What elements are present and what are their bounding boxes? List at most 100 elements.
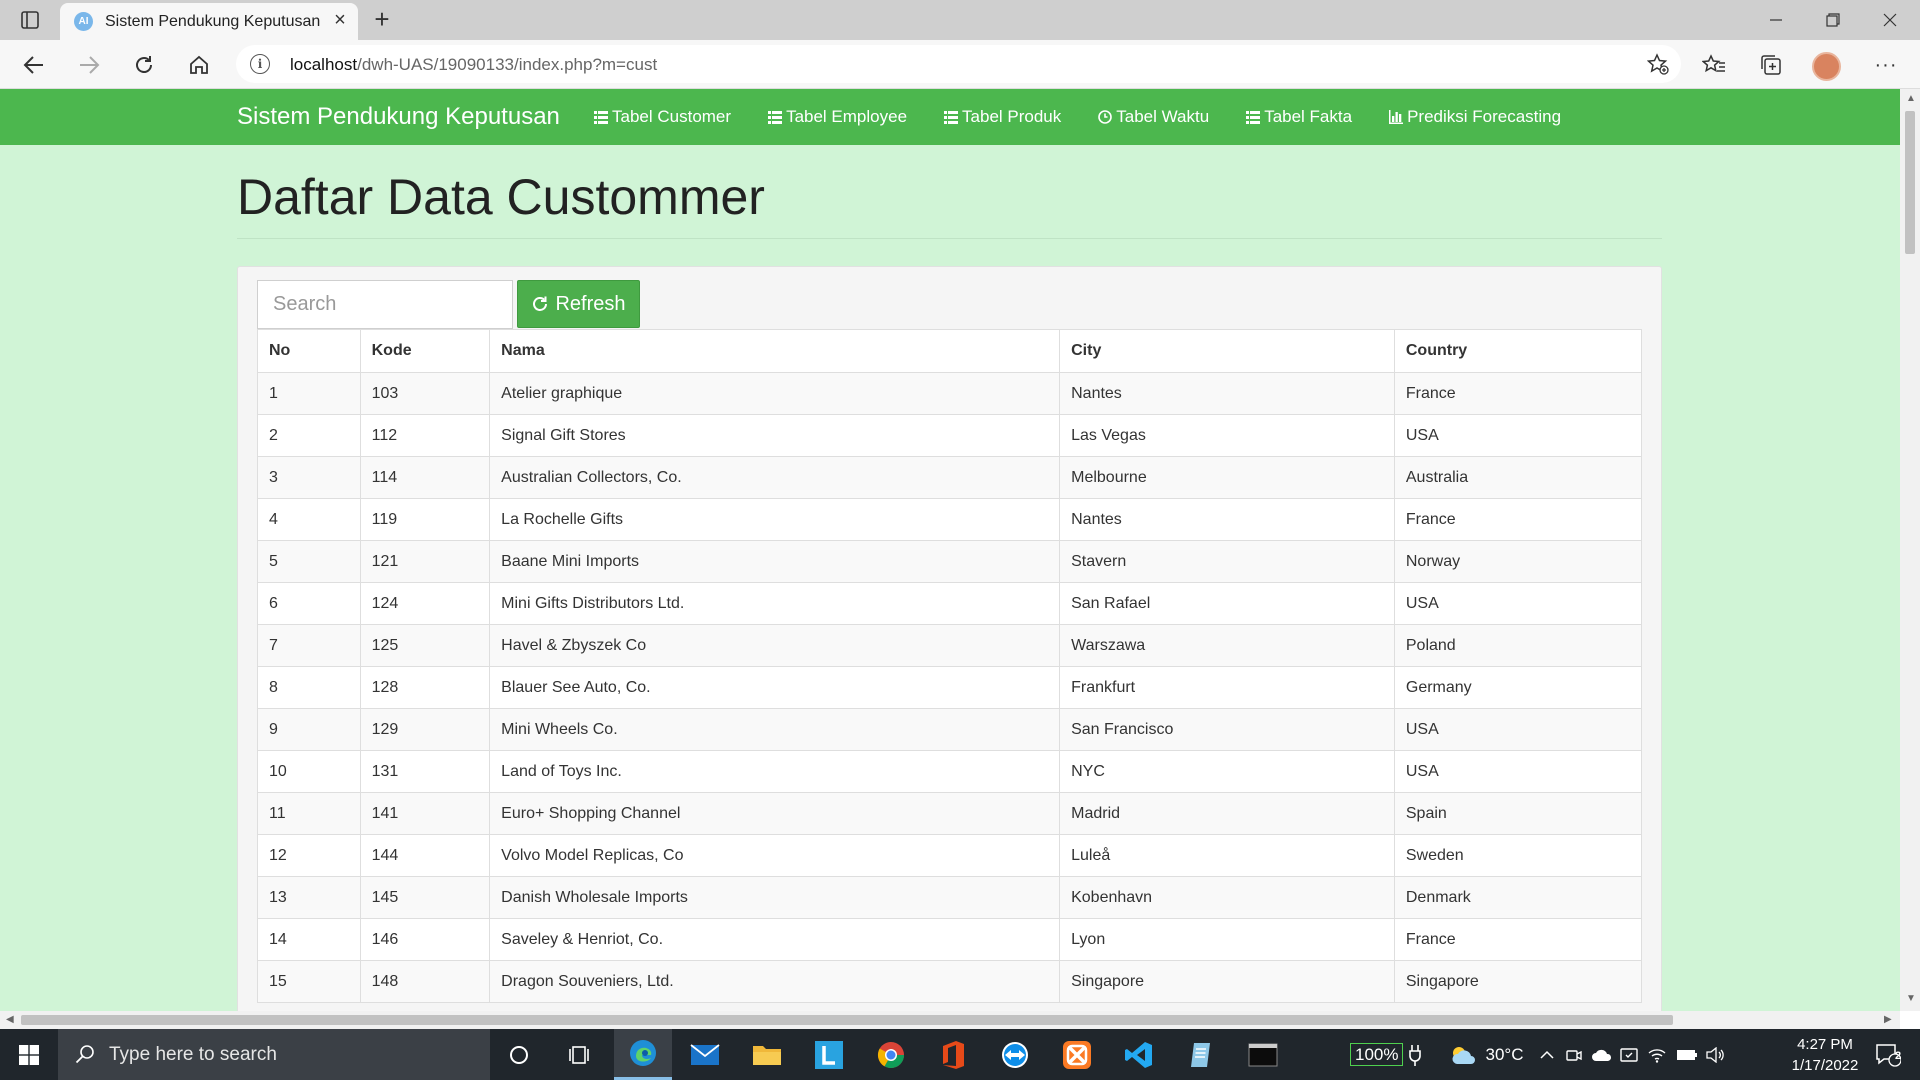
more-options-icon[interactable]: ··· — [1870, 49, 1902, 81]
notepad-icon[interactable] — [1172, 1029, 1230, 1080]
chevron-up-icon[interactable] — [1540, 1050, 1554, 1060]
table-row[interactable]: 13 145 Danish Wholesale Imports Kobenhavn De… — [257, 876, 1643, 919]
close-tab-icon[interactable]: × — [329, 9, 351, 31]
favorites-icon[interactable] — [1698, 49, 1730, 81]
table-row[interactable]: 14 146 Saveley & Henriot, Co. Lyon France — [257, 918, 1643, 961]
cortana-icon[interactable] — [490, 1029, 548, 1080]
security-icon[interactable] — [1620, 1046, 1639, 1064]
cell-city: San Francisco — [1059, 708, 1395, 751]
power-plug-icon[interactable] — [1409, 1044, 1422, 1066]
customer-table: No Kode Nama City Country 1 103 Atelier gr… — [257, 329, 1643, 1003]
column-header-kode[interactable]: Kode — [359, 329, 491, 373]
table-row[interactable]: 7 125 Havel & Zbyszek Co Warszawa Poland — [257, 624, 1643, 667]
table-row[interactable]: 1 103 Atelier graphique Nantes France — [257, 372, 1643, 415]
office-icon[interactable] — [924, 1029, 982, 1080]
wifi-icon[interactable] — [1648, 1047, 1666, 1063]
task-view-icon[interactable] — [550, 1029, 608, 1080]
address-bar[interactable]: i localhost/dwh-UAS/19090133/index.php?m… — [236, 45, 1681, 83]
horizontal-scrollbar[interactable]: ◀ ▶ — [0, 1011, 1900, 1029]
weather-cloud-icon[interactable] — [1449, 1044, 1477, 1066]
table-row[interactable]: 2 112 Signal Gift Stores Las Vegas USA — [257, 414, 1643, 457]
table-row[interactable]: 9 129 Mini Wheels Co. San Francisco USA — [257, 708, 1643, 751]
cell-no: 14 — [257, 918, 361, 961]
navbar-links: Tabel Customer Tabel Employee Tabel Prod… — [594, 107, 1598, 127]
restore-window-icon[interactable] — [1805, 0, 1861, 40]
navbar-brand[interactable]: Sistem Pendukung Keputusan — [237, 103, 560, 131]
table-row[interactable]: 12 144 Volvo Model Replicas, Co Luleå Sweden — [257, 834, 1643, 877]
teamviewer-icon[interactable] — [986, 1029, 1044, 1080]
cell-country: USA — [1393, 708, 1643, 751]
forward-arrow-icon[interactable] — [73, 49, 105, 81]
nav-link-customer[interactable]: Tabel Customer — [594, 107, 731, 127]
windows-start-icon[interactable] — [0, 1029, 58, 1080]
edge-browser-icon[interactable] — [614, 1029, 672, 1080]
notification-icon[interactable]: 2 — [1860, 1029, 1916, 1080]
battery-percent[interactable]: 100% — [1350, 1043, 1404, 1066]
nav-link-forecasting[interactable]: Prediksi Forecasting — [1389, 107, 1561, 127]
url-text[interactable]: localhost/dwh-UAS/19090133/index.php?m=c… — [290, 55, 657, 75]
close-window-icon[interactable] — [1862, 0, 1918, 40]
volume-icon[interactable] — [1706, 1046, 1726, 1063]
onedrive-cloud-icon[interactable] — [1592, 1048, 1612, 1062]
battery-icon[interactable] — [1676, 1049, 1698, 1061]
cell-country: France — [1393, 372, 1643, 415]
table-row[interactable]: 4 119 La Rochelle Gifts Nantes France — [257, 498, 1643, 541]
back-arrow-icon[interactable] — [18, 49, 50, 81]
browser-tab-active[interactable]: AI Sistem Pendukung Keputusan × — [60, 3, 358, 40]
scroll-up-icon[interactable]: ▲ — [1906, 93, 1916, 104]
cell-kode: 119 — [359, 498, 491, 541]
file-explorer-icon[interactable] — [738, 1029, 796, 1080]
system-tray: 100% 30°C — [1350, 1029, 1726, 1080]
temperature-text[interactable]: 30°C — [1485, 1045, 1523, 1065]
table-row[interactable]: 6 124 Mini Gifts Distributors Ltd. San Rafa… — [257, 582, 1643, 625]
cell-city: Nantes — [1059, 498, 1395, 541]
chrome-icon[interactable] — [862, 1029, 920, 1080]
table-row[interactable]: 5 121 Baane Mini Imports Stavern Norway — [257, 540, 1643, 583]
table-row[interactable]: 11 141 Euro+ Shopping Channel Madrid Spain — [257, 792, 1643, 835]
home-icon[interactable] — [183, 49, 215, 81]
xampp-icon[interactable] — [1048, 1029, 1106, 1080]
nav-link-produk[interactable]: Tabel Produk — [944, 107, 1061, 127]
nav-link-waktu[interactable]: Tabel Waktu — [1098, 107, 1209, 127]
table-row[interactable]: 10 131 Land of Toys Inc. NYC USA — [257, 750, 1643, 793]
collections-icon[interactable] — [1755, 49, 1787, 81]
table-row[interactable]: 8 128 Blauer See Auto, Co. Frankfurt Germany — [257, 666, 1643, 709]
meet-now-icon[interactable] — [1566, 1047, 1583, 1063]
browser-tab-bar: AI Sistem Pendukung Keputusan × + — [0, 0, 1920, 40]
cell-kode: 125 — [359, 624, 491, 667]
vscode-icon[interactable] — [1110, 1029, 1168, 1080]
add-favorite-icon[interactable] — [1646, 53, 1669, 75]
scroll-left-icon[interactable]: ◀ — [6, 1014, 14, 1025]
bar-chart-icon — [1389, 110, 1404, 124]
cell-country: Poland — [1393, 624, 1643, 667]
column-header-city[interactable]: City — [1059, 329, 1395, 373]
column-header-nama[interactable]: Nama — [489, 329, 1061, 373]
url-path: /dwh-UAS/19090133/index.php?m=cust — [357, 55, 658, 74]
cell-country: Australia — [1393, 456, 1643, 499]
search-input[interactable] — [257, 280, 513, 329]
table-row[interactable]: 15 148 Dragon Souveniers, Ltd. Singapore Sin… — [257, 960, 1643, 1003]
profile-avatar[interactable] — [1812, 52, 1841, 81]
customer-panel: Refresh No Kode Nama City Country 1103At… — [237, 266, 1662, 1011]
new-tab-icon[interactable]: + — [368, 4, 396, 34]
site-info-icon[interactable]: i — [250, 54, 270, 74]
refresh-button[interactable]: Refresh — [517, 280, 640, 328]
vertical-scroll-thumb[interactable] — [1905, 111, 1915, 254]
taskbar-search[interactable]: Type here to search — [58, 1029, 490, 1080]
nav-link-employee[interactable]: Tabel Employee — [768, 107, 907, 127]
cell-city: Las Vegas — [1059, 414, 1395, 457]
terminal-icon[interactable] — [1234, 1029, 1292, 1080]
tab-actions-icon[interactable] — [17, 9, 43, 31]
minimize-window-icon[interactable] — [1748, 0, 1804, 40]
reload-icon[interactable] — [128, 49, 160, 81]
horizontal-scroll-thumb[interactable] — [21, 1015, 1673, 1025]
mail-icon[interactable] — [676, 1029, 734, 1080]
table-row[interactable]: 3 114 Australian Collectors, Co. Melbourne A… — [257, 456, 1643, 499]
nav-link-fakta[interactable]: Tabel Fakta — [1246, 107, 1352, 127]
launcher-l-icon[interactable] — [800, 1029, 858, 1080]
scroll-down-icon[interactable]: ▼ — [1906, 993, 1916, 1004]
column-header-no[interactable]: No — [257, 329, 361, 373]
scroll-right-icon[interactable]: ▶ — [1884, 1014, 1892, 1025]
vertical-scrollbar[interactable]: ▲ ▼ — [1900, 89, 1920, 1011]
column-header-country[interactable]: Country — [1393, 329, 1643, 373]
